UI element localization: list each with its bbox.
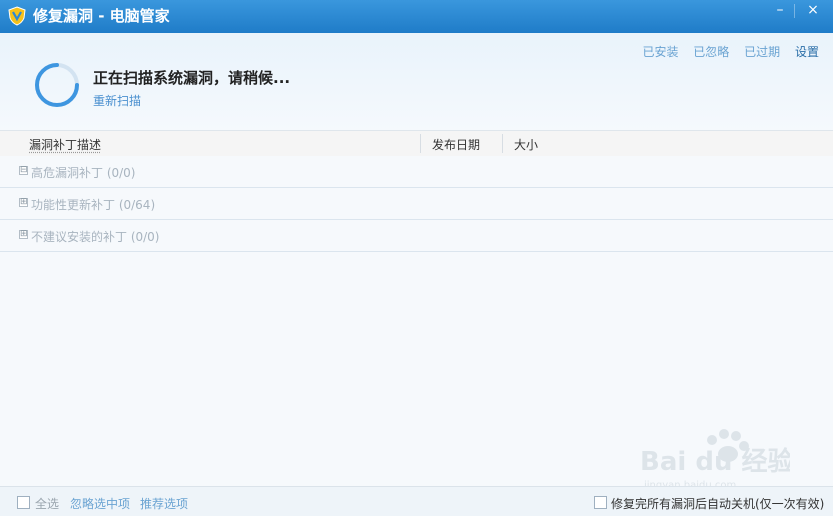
column-size[interactable]: 大小 [514,136,538,153]
settings-link[interactable]: 设置 [795,45,819,59]
group-label: 高危漏洞补丁 (0/0) [31,166,136,180]
group-not-recommended[interactable]: ⊞ 不建议安装的补丁 (0/0) [0,220,833,252]
shield-logo-icon [8,6,26,26]
select-all-checkbox[interactable] [17,496,30,509]
scan-status-title: 正在扫描系统漏洞，请稍候... [93,69,291,87]
expired-link[interactable]: 已过期 [744,45,780,59]
auto-shutdown-checkbox[interactable] [594,496,607,509]
ignored-link[interactable]: 已忽略 [693,45,729,59]
expand-icon[interactable]: ⊞ [19,198,28,207]
footer-bar: 全选 忽略选中项 推荐选项 修复完所有漏洞后自动关机(仅一次有效) [0,486,833,516]
top-links: 已安装 已忽略 已过期 设置 [631,43,819,60]
window-button-divider [794,4,795,18]
select-all-label[interactable]: 全选 [35,495,59,512]
column-description[interactable]: 漏洞补丁描述 [29,136,101,153]
table-header: 漏洞补丁描述 发布日期 大小 [0,130,833,157]
minimize-icon[interactable]: – [765,0,795,22]
close-icon[interactable]: × [798,0,828,22]
window-title: 修复漏洞 - 电脑管家 [33,7,170,25]
collapse-icon[interactable]: ⊟ [19,166,28,175]
expand-icon[interactable]: ⊞ [19,230,28,239]
recommended-link[interactable]: 推荐选项 [140,495,188,512]
column-divider [502,134,503,153]
watermark-text: Bai du 经验 [640,446,790,477]
column-release-date[interactable]: 发布日期 [432,136,480,153]
group-label: 功能性更新补丁 (0/64) [31,198,156,212]
baidu-jingyan-watermark: Bai du 经验 jingyan.baidu.com [640,429,790,491]
ignore-selected-link[interactable]: 忽略选中项 [70,495,130,512]
group-label: 不建议安装的补丁 (0/0) [31,230,160,244]
group-high-risk[interactable]: ⊟ 高危漏洞补丁 (0/0) [0,156,833,188]
spinner-icon [35,63,79,107]
rescan-link[interactable]: 重新扫描 [93,92,141,109]
group-functional-update[interactable]: ⊞ 功能性更新补丁 (0/64) [0,188,833,220]
auto-shutdown-label[interactable]: 修复完所有漏洞后自动关机(仅一次有效) [611,495,824,512]
title-bar: 修复漏洞 - 电脑管家 – × [0,0,833,33]
column-divider [420,134,421,153]
installed-link[interactable]: 已安装 [642,45,678,59]
scan-header: 已安装 已忽略 已过期 设置 正在扫描系统漏洞，请稍候... 重新扫描 [0,33,833,130]
